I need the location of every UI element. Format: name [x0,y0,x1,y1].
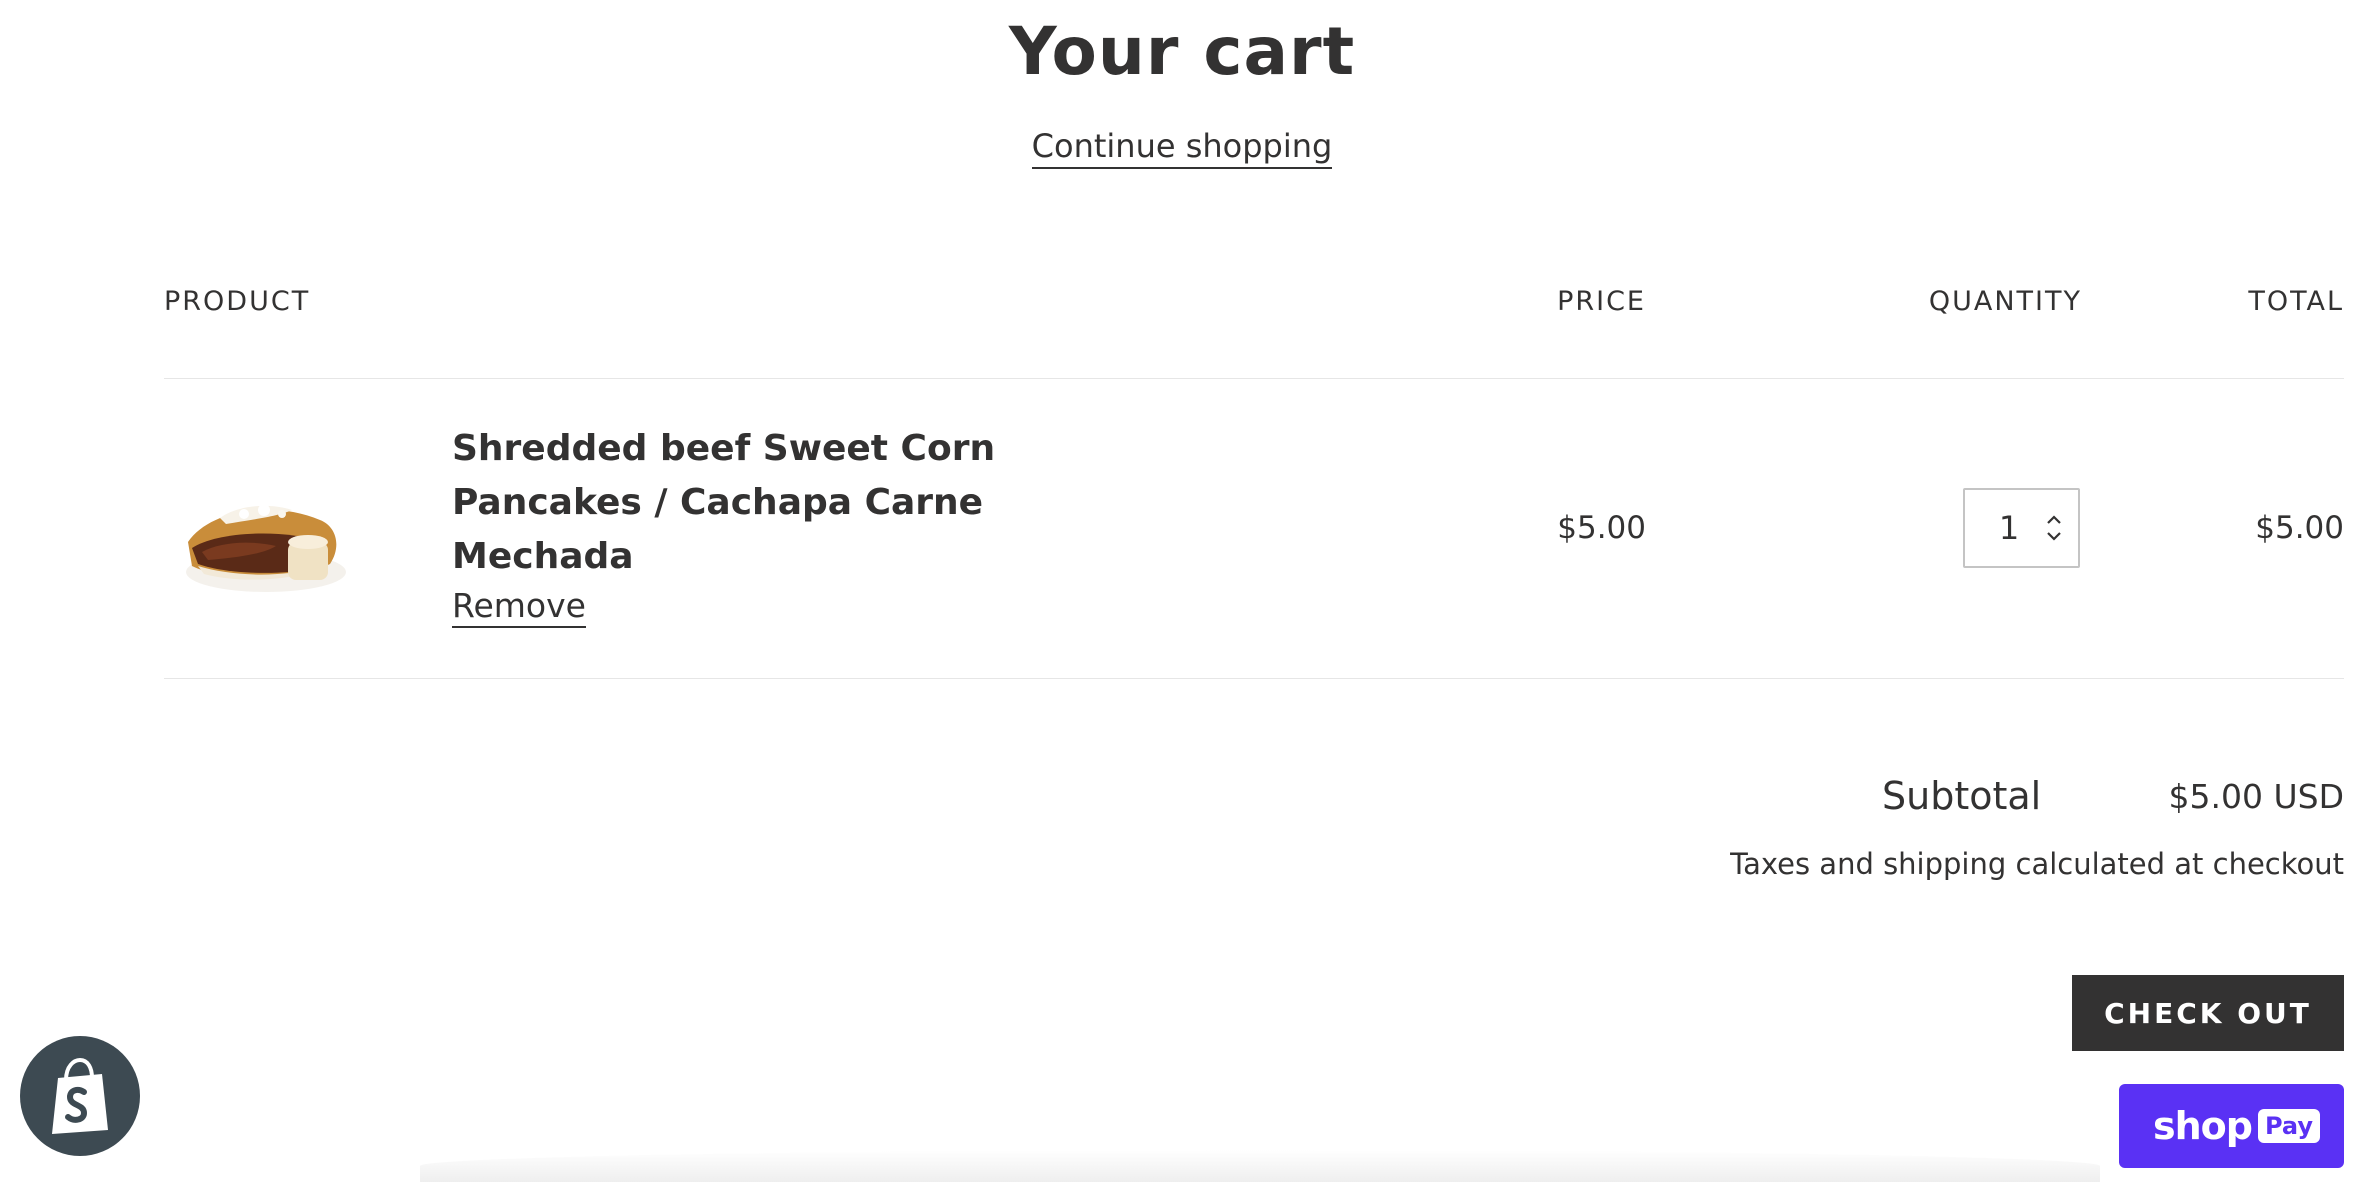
remove-item-link[interactable]: Remove [452,586,586,628]
header-total: TOTAL [2248,286,2344,317]
remove-row: Remove [452,584,586,628]
product-image[interactable] [180,476,352,614]
quantity-spinner [2044,510,2064,546]
header-product: PRODUCT [164,286,311,317]
item-divider [164,678,2344,679]
header-price: PRICE [1557,286,1646,317]
cart-page: Your cart Continue shopping PRODUCT PRIC… [0,0,2364,1182]
continue-shopping-link[interactable]: Continue shopping [1031,127,1333,169]
subtotal-value: $5.00 USD [2168,777,2344,816]
bottom-fade [420,1150,2100,1182]
shop-pay-pay-badge: Pay [2257,1109,2321,1143]
shopify-badge-button[interactable] [20,1036,140,1156]
page-title: Your cart [1008,13,1356,90]
chevron-down-icon[interactable] [2047,532,2061,541]
header-divider [164,378,2344,379]
checkout-button[interactable]: CHECK OUT [2072,975,2344,1051]
product-name[interactable]: Shredded beef Sweet Corn Pancakes / Cach… [452,422,1072,584]
shopify-bag-icon [52,1058,108,1134]
continue-shopping-row: Continue shopping [0,124,2364,169]
tax-note: Taxes and shipping calculated at checkou… [1730,847,2344,881]
item-price: $5.00 [1557,510,1646,546]
chevron-up-icon[interactable] [2047,515,2061,524]
shop-pay-logo: shop Pay [2153,1104,2321,1148]
item-total: $5.00 [2255,510,2344,546]
header-quantity: QUANTITY [1928,286,2082,317]
shop-pay-button[interactable]: shop Pay [2119,1084,2344,1168]
shop-pay-shop-text: shop [2153,1104,2253,1148]
quantity-stepper [1963,488,2080,568]
subtotal-label: Subtotal [1882,774,2042,818]
quantity-input[interactable] [1965,490,2053,566]
